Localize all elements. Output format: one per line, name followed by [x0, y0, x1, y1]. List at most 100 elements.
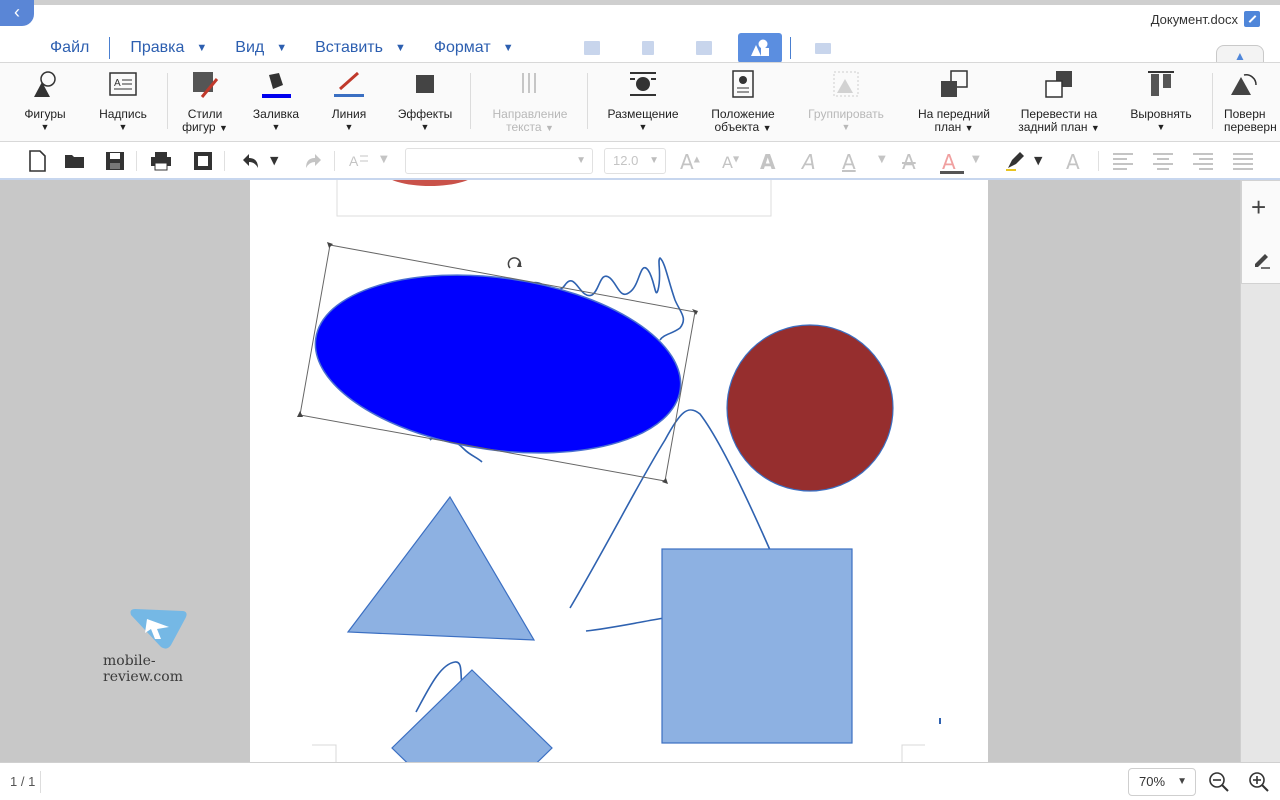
- resize-handle[interactable]: [297, 411, 303, 417]
- ribbon-shape-styles[interactable]: Стили фигур ▼: [178, 69, 232, 135]
- font-name-select[interactable]: ▼: [405, 148, 593, 174]
- increase-font-icon[interactable]: A▲: [680, 150, 700, 174]
- chevron-down-icon: ▼: [218, 123, 228, 133]
- add-icon[interactable]: +: [1251, 194, 1266, 220]
- send-backward-icon: [1045, 71, 1072, 98]
- highlighter-icon[interactable]: [1004, 150, 1026, 172]
- chevron-down-icon: ▼: [576, 155, 586, 166]
- clear-format-icon[interactable]: A: [348, 150, 370, 172]
- text-frame[interactable]: [336, 180, 772, 217]
- line-icon: [334, 71, 368, 97]
- zoom-select[interactable]: 70% ▼: [1128, 768, 1196, 796]
- wrap-icon: [630, 72, 656, 96]
- image-mode-button[interactable]: [682, 33, 726, 63]
- italic-icon[interactable]: A: [802, 150, 816, 174]
- bold-icon[interactable]: A: [760, 150, 775, 174]
- align-right-icon[interactable]: [1192, 150, 1214, 172]
- underline-icon[interactable]: A: [842, 150, 856, 174]
- ribbon-effects[interactable]: Эффекты ▼: [394, 69, 456, 134]
- ribbon-fill[interactable]: Заливка ▼: [248, 69, 304, 134]
- toolbar-separator: [1098, 151, 1099, 171]
- chevron-down-icon: ▼: [394, 42, 406, 54]
- chart-mode-button[interactable]: [626, 33, 670, 63]
- red-circle[interactable]: [726, 324, 894, 492]
- edit-pen-icon[interactable]: [1253, 251, 1271, 269]
- shape-styles-icon: [193, 72, 219, 98]
- menu-view[interactable]: Вид ▼: [235, 39, 287, 57]
- rotate-handle-icon[interactable]: [507, 257, 522, 269]
- chevron-down-icon: ▼: [271, 122, 281, 132]
- save-icon[interactable]: [104, 150, 126, 172]
- new-document-icon[interactable]: [26, 150, 48, 172]
- ribbon-textbox[interactable]: A Надпись ▼: [92, 69, 154, 134]
- text-effects-icon[interactable]: A: [1066, 150, 1080, 174]
- side-tab: +: [1241, 180, 1280, 284]
- ribbon-send-backward[interactable]: Перевести на задний план ▼: [1010, 69, 1108, 135]
- font-size-select[interactable]: 12.0 ▼: [604, 148, 666, 174]
- chevron-down-icon: ▼: [380, 154, 388, 165]
- text-direction-icon: [522, 73, 536, 93]
- image-icon: [696, 41, 712, 55]
- ribbon-group[interactable]: Группировать ▼: [800, 69, 892, 134]
- ribbon-shapes[interactable]: Фигуры ▼: [14, 69, 76, 134]
- open-folder-icon[interactable]: [64, 150, 86, 172]
- format-toolbar: ▼ A ▼ ▼ 12.0 ▼ A▲ A▼ A A A ▼ A A ▼ ▼ A: [0, 142, 1280, 180]
- ribbon-wrap[interactable]: Размещение ▼: [600, 69, 686, 134]
- document-canvas[interactable]: mobile-review.com: [0, 180, 1240, 762]
- menu-file[interactable]: Файл: [50, 39, 89, 57]
- position-icon: [732, 70, 754, 98]
- group-icon: [833, 71, 859, 97]
- status-separator: [40, 771, 41, 793]
- ribbon-line[interactable]: Линия ▼: [324, 69, 374, 134]
- mode-separator: [790, 37, 791, 59]
- menu-format[interactable]: Формат ▼: [434, 39, 514, 57]
- ribbon-align[interactable]: Выровнять ▼: [1122, 69, 1200, 134]
- chevron-down-icon: ▼: [1034, 154, 1043, 167]
- chevron-down-icon: ▼: [40, 122, 50, 132]
- zoom-out-icon[interactable]: [1208, 771, 1230, 793]
- align-left-icon[interactable]: [1112, 150, 1134, 172]
- ribbon-text-direction[interactable]: Направление текста ▼: [486, 69, 574, 135]
- strikethrough-icon[interactable]: A: [902, 150, 916, 174]
- textbox-icon: A: [109, 72, 137, 96]
- chevron-down-icon: ▼: [1090, 123, 1100, 133]
- ink-stroke[interactable]: [585, 617, 665, 632]
- page-layout-icon[interactable]: [192, 150, 214, 172]
- textbox-icon: [815, 42, 831, 54]
- textbox-mode-button[interactable]: [801, 33, 845, 63]
- menu-insert[interactable]: Вставить ▼: [315, 39, 406, 57]
- chevron-down-icon: ▼: [649, 155, 659, 166]
- ribbon-object-position[interactable]: Положение объекта ▼: [706, 69, 780, 135]
- shapes-icon: [34, 71, 56, 97]
- main-menu: Файл Правка ▼ Вид ▼ Вставить ▼ Формат ▼: [50, 35, 542, 61]
- edit-title-icon[interactable]: [1244, 11, 1260, 27]
- chevron-down-icon: ▼: [544, 123, 554, 133]
- decrease-font-icon[interactable]: A▼: [722, 153, 739, 172]
- document-title: Документ.docx: [1150, 12, 1238, 27]
- undo-icon[interactable]: [240, 150, 262, 172]
- svg-text:A: A: [114, 78, 121, 89]
- diamond[interactable]: [391, 669, 553, 762]
- menu-bar: ‹ Файл Правка ▼ Вид ▼ Вставить ▼ Формат …: [0, 0, 1280, 67]
- ribbon-rotate[interactable]: Поверн переверн: [1224, 69, 1280, 134]
- print-icon[interactable]: [150, 150, 172, 172]
- chevron-down-icon: ▼: [1177, 776, 1187, 787]
- font-color-bar: [940, 171, 964, 174]
- triangle[interactable]: [346, 495, 536, 641]
- zoom-in-icon[interactable]: [1248, 771, 1270, 793]
- page-indicator: 1 / 1: [10, 774, 36, 789]
- square[interactable]: [661, 548, 853, 744]
- table-mode-button[interactable]: [570, 33, 614, 63]
- page-margin-mark: [312, 744, 337, 762]
- menu-edit[interactable]: Правка ▼: [130, 39, 207, 57]
- undo-dropdown-icon[interactable]: ▼: [270, 154, 278, 167]
- chart-icon: [642, 41, 654, 55]
- fill-icon: [262, 73, 294, 98]
- back-button[interactable]: ‹: [0, 0, 34, 26]
- svg-text:A: A: [349, 153, 359, 169]
- shape-mode-button[interactable]: [738, 33, 782, 63]
- redo-icon[interactable]: [302, 150, 324, 172]
- justify-icon[interactable]: [1232, 150, 1254, 172]
- ribbon-bring-forward[interactable]: На передний план ▼: [910, 69, 998, 135]
- align-center-icon[interactable]: [1152, 150, 1174, 172]
